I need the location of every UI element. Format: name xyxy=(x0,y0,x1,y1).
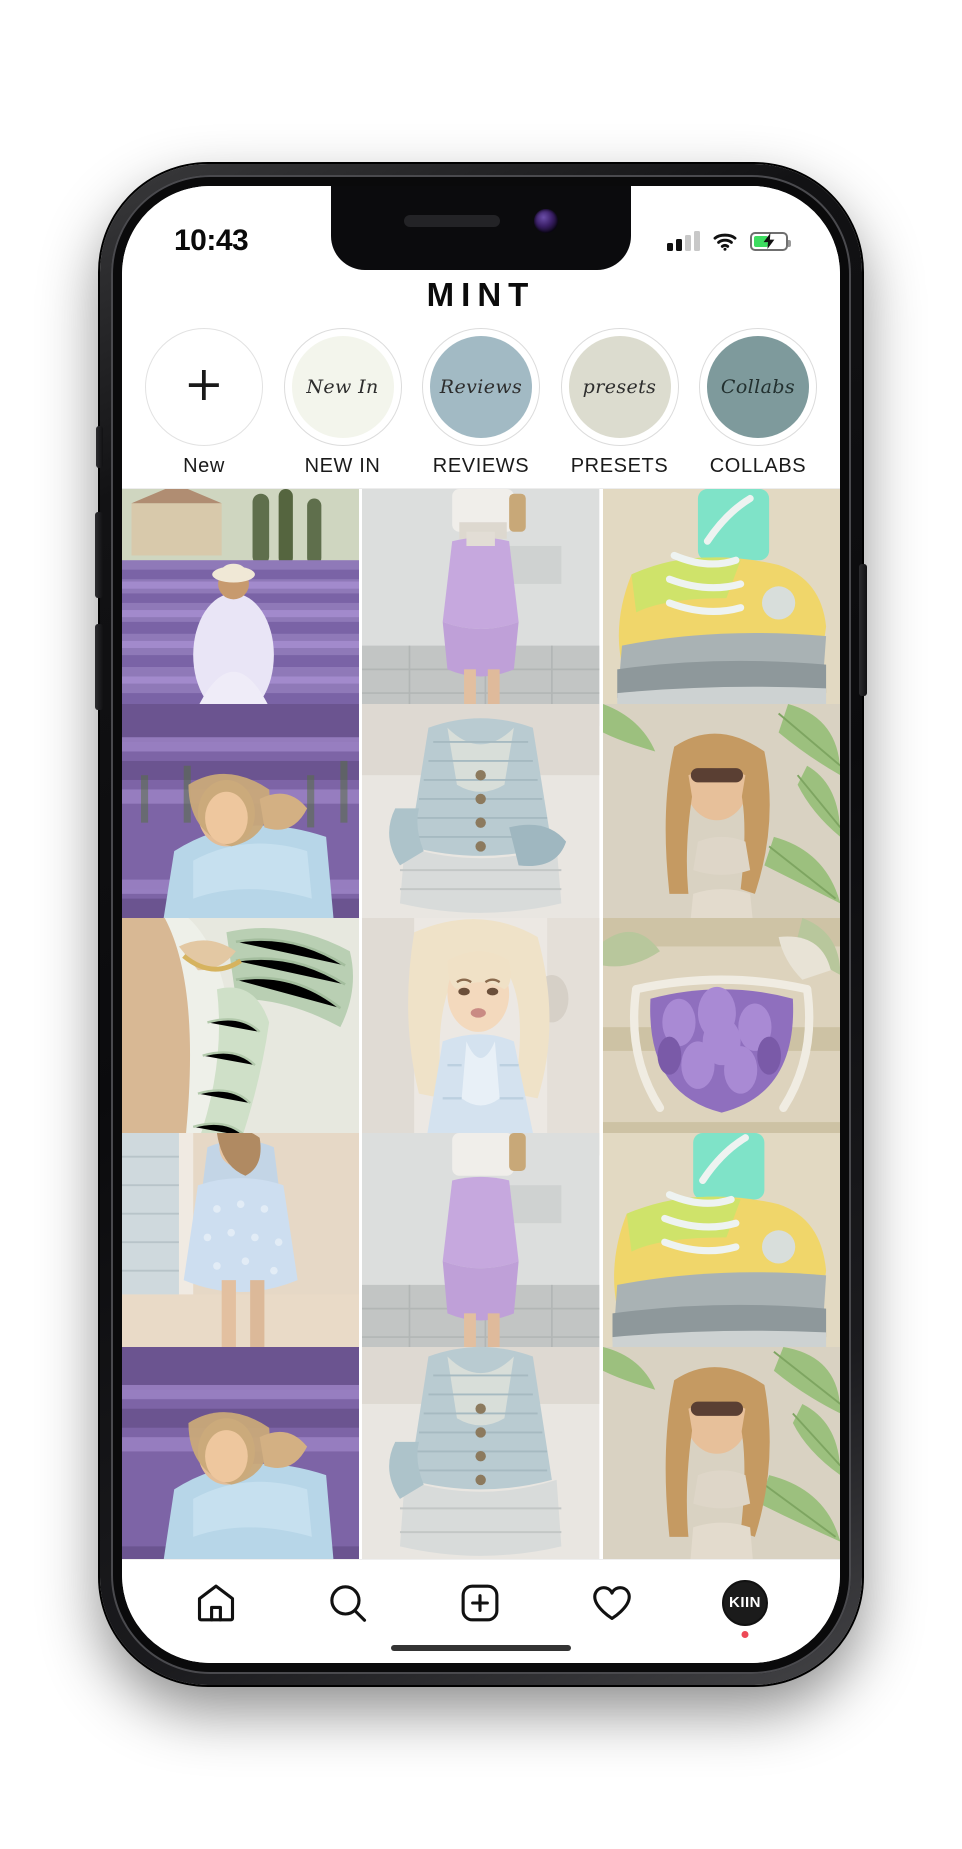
status-bar-clock: 10:43 xyxy=(174,224,249,257)
volume-up-button[interactable] xyxy=(95,512,103,598)
grid-post[interactable] xyxy=(122,918,360,1156)
phone-device-frame: 10:43 MINT + New New In NEW IN Reviews R… xyxy=(95,164,867,1685)
phone-screen: 10:43 MINT + New New In NEW IN Reviews R… xyxy=(122,186,840,1663)
highlight-label: REVIEWS xyxy=(432,455,530,477)
grid-post[interactable] xyxy=(362,1347,600,1559)
tab-profile[interactable]: KIIN xyxy=(722,1579,768,1638)
front-camera-icon xyxy=(534,209,558,233)
add-post-icon xyxy=(461,1584,499,1621)
grid-post[interactable] xyxy=(362,489,600,727)
grid-post[interactable] xyxy=(602,1347,840,1559)
tab-search[interactable] xyxy=(326,1581,370,1625)
charging-bolt-icon xyxy=(763,233,775,249)
notification-dot xyxy=(741,1630,749,1638)
search-icon xyxy=(330,1584,367,1622)
battery-charging-icon xyxy=(750,231,791,251)
highlight-cover: Reviews xyxy=(430,336,532,438)
highlight-new-in[interactable]: New In NEW IN xyxy=(275,328,411,478)
highlight-ring: Reviews xyxy=(422,328,540,446)
grid-post[interactable] xyxy=(122,1132,360,1371)
highlight-ring: + xyxy=(145,328,263,446)
highlight-label: NEW IN xyxy=(304,455,381,477)
grid-post[interactable] xyxy=(602,703,840,941)
highlight-presets[interactable]: presets PRESETS xyxy=(552,328,688,478)
home-indicator[interactable] xyxy=(391,1645,571,1651)
highlight-reviews[interactable]: Reviews REVIEWS xyxy=(413,328,549,478)
grid-post[interactable] xyxy=(122,1347,360,1559)
plus-icon: + xyxy=(153,336,255,438)
highlight-cover: Collabs xyxy=(707,336,809,438)
highlight-ring: Collabs xyxy=(699,328,817,446)
screenshot-canvas: 10:43 MINT + New New In NEW IN Reviews R… xyxy=(0,0,962,1849)
highlight-label: New xyxy=(183,455,225,477)
power-button[interactable] xyxy=(859,564,867,696)
home-icon xyxy=(197,1584,235,1621)
highlight-cover: New In xyxy=(291,336,394,438)
cellular-signal-icon xyxy=(667,231,700,251)
highlight-ring: presets xyxy=(560,328,679,446)
tab-home[interactable] xyxy=(194,1581,238,1625)
profile-avatar: KIIN xyxy=(722,1579,768,1626)
highlight-collabs[interactable]: Collabs COLLABS xyxy=(690,328,826,478)
highlight-cover: presets xyxy=(568,336,671,438)
grid-post[interactable] xyxy=(602,1132,840,1371)
highlight-label: COLLABS xyxy=(709,455,807,477)
tab-create[interactable] xyxy=(458,1581,502,1625)
volume-down-button[interactable] xyxy=(95,624,103,710)
highlight-new[interactable]: + New xyxy=(136,328,272,478)
grid-post[interactable] xyxy=(362,703,600,941)
grid-post[interactable] xyxy=(602,918,840,1156)
grid-post[interactable] xyxy=(362,918,600,1156)
notch xyxy=(331,186,631,270)
highlight-ring: New In xyxy=(283,328,402,446)
tab-activity[interactable] xyxy=(590,1581,634,1625)
status-bar-indicators xyxy=(667,231,791,251)
grid-post[interactable] xyxy=(362,1132,600,1371)
story-highlights-row: + New New In NEW IN Reviews REVIEWS pres… xyxy=(122,328,840,489)
heart-icon xyxy=(593,1585,631,1620)
grid-post[interactable] xyxy=(122,489,360,727)
photo-grid xyxy=(122,489,840,1559)
grid-post[interactable] xyxy=(122,703,360,941)
silent-switch-button[interactable] xyxy=(96,426,103,468)
earpiece-speaker-icon xyxy=(404,215,500,227)
page-title: MINT xyxy=(122,270,840,328)
wifi-icon xyxy=(713,233,737,251)
highlight-label: PRESETS xyxy=(570,455,669,477)
grid-post[interactable] xyxy=(602,489,840,727)
